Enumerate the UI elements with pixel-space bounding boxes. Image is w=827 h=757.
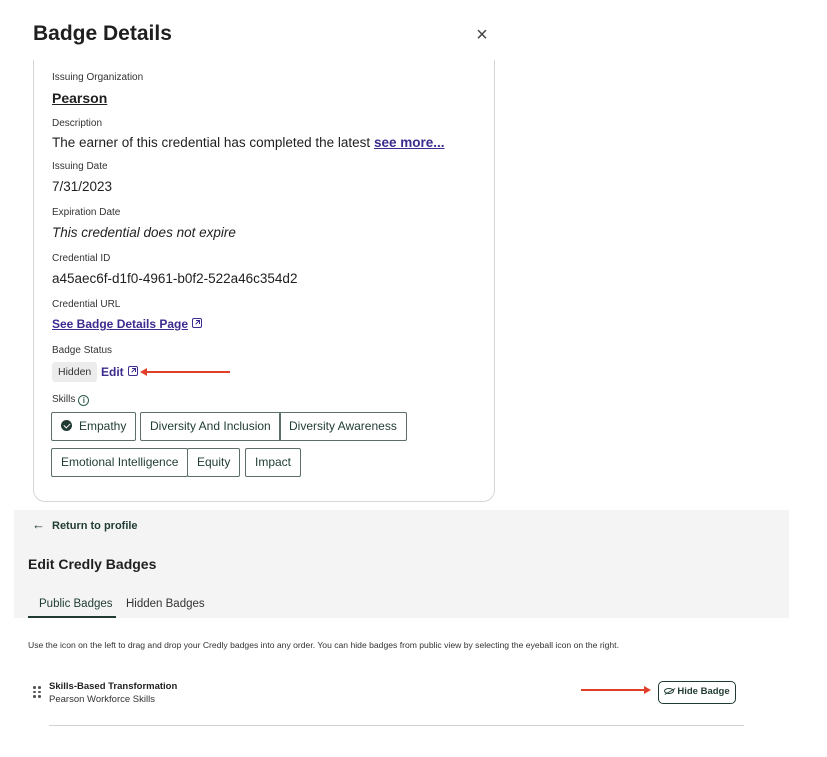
badge-name: Skills-Based Transformation (49, 681, 178, 692)
expiration-date-value: This credential does not expire (52, 225, 236, 240)
hide-badge-label: Hide Badge (677, 686, 730, 697)
badge-status-label: Badge Status (52, 345, 113, 356)
hide-badge-button[interactable]: Hide Badge (658, 681, 736, 704)
see-more-link[interactable]: see more... (374, 135, 445, 150)
issuing-date-label: Issuing Date (52, 161, 108, 172)
skill-chip[interactable]: Equity (187, 448, 241, 477)
skill-chip[interactable]: Impact (245, 448, 302, 477)
tab-hidden-badges[interactable]: Hidden Badges (126, 598, 205, 610)
check-circle-icon (61, 420, 72, 431)
page-title: Badge Details (33, 22, 172, 45)
arrow-left-icon: ← (32, 517, 45, 532)
divider (49, 725, 744, 726)
status-badge: Hidden (52, 362, 98, 382)
skill-chip-label: Empathy (79, 419, 127, 433)
skills-label-row: Skills i (52, 394, 90, 406)
badge-issuer: Pearson Workforce Skills (49, 694, 155, 705)
return-to-profile-link[interactable]: ← Return to profile (32, 517, 138, 532)
credential-url-row[interactable]: See Badge Details Page (52, 317, 203, 331)
issuing-org-link[interactable]: Pearson (52, 90, 107, 106)
edit-status-link[interactable]: Edit (101, 365, 138, 379)
tab-public-badges[interactable]: Public Badges (39, 598, 113, 610)
edit-label: Edit (101, 365, 124, 379)
info-icon[interactable]: i (78, 395, 90, 406)
eye-slash-icon (664, 688, 675, 694)
expiration-date-label: Expiration Date (52, 207, 121, 218)
credential-id-label: Credential ID (52, 253, 111, 264)
description-label: Description (52, 118, 103, 129)
external-link-icon (127, 366, 138, 376)
annotation-arrow-line (146, 371, 230, 373)
see-badge-details-link[interactable]: See Badge Details Page (52, 317, 188, 331)
annotation-arrow-line (581, 689, 647, 691)
external-link-icon (192, 318, 203, 328)
credential-url-label: Credential URL (52, 299, 121, 310)
issuing-date-value: 7/31/2023 (52, 179, 113, 194)
description-text: The earner of this credential has comple… (52, 135, 371, 150)
credential-id-value: a45aec6f-d1f0-4961-b0f2-522a46c354d2 (52, 271, 298, 286)
drag-handle-icon[interactable] (33, 686, 41, 698)
issuing-org-label: Issuing Organization (52, 72, 144, 83)
skills-label: Skills (52, 394, 76, 405)
skill-chip[interactable]: Empathy (51, 412, 137, 441)
close-icon[interactable]: × (472, 24, 492, 46)
skill-chip[interactable]: Diversity And Inclusion (140, 412, 281, 441)
help-text: Use the icon on the left to drag and dro… (28, 640, 619, 650)
active-tab-indicator (28, 616, 116, 618)
skill-chip[interactable]: Emotional Intelligence (51, 448, 189, 477)
skill-chip[interactable]: Diversity Awareness (279, 412, 407, 441)
return-label: Return to profile (52, 520, 138, 532)
section-title: Edit Credly Badges (28, 556, 157, 572)
annotation-arrowhead (644, 686, 651, 694)
